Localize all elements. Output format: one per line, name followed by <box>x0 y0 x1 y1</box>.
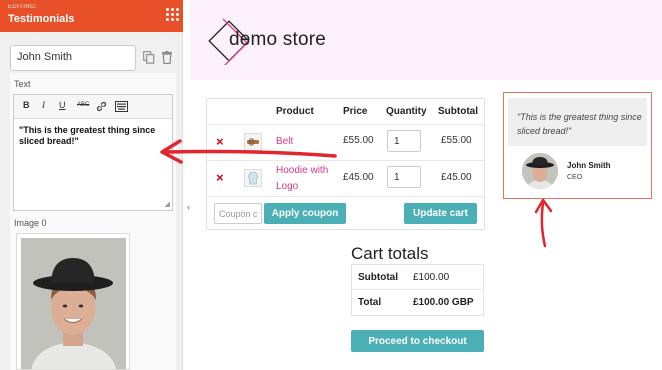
annotation-overlay <box>160 139 553 248</box>
screen: EDITING: Testimonials John Smith Text B … <box>0 0 662 370</box>
up-arrow-icon <box>534 198 553 248</box>
left-arrow-icon <box>160 139 337 164</box>
